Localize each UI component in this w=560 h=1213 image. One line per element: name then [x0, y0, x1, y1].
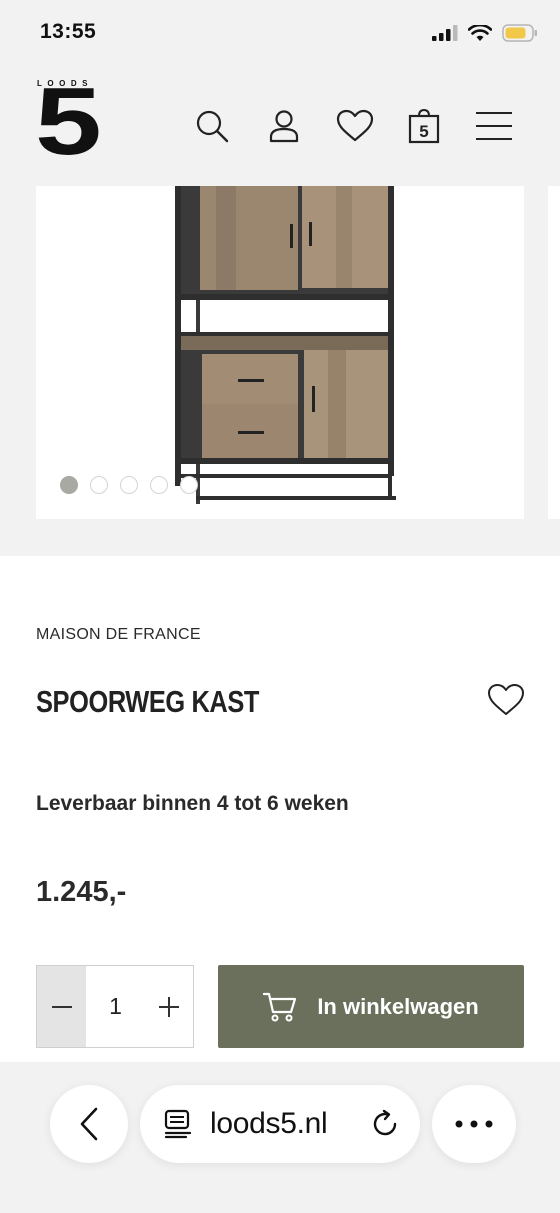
reload-icon[interactable] [370, 1109, 400, 1139]
cart-icon [263, 992, 297, 1021]
product-image [175, 186, 396, 504]
chevron-left-icon [80, 1107, 98, 1141]
browser-back-button[interactable] [50, 1085, 128, 1163]
page-format-icon [164, 1109, 192, 1139]
status-time: 13:55 [40, 20, 97, 43]
product-image-card[interactable] [36, 186, 524, 519]
shopping-bag-icon[interactable]: 5 [404, 106, 444, 146]
product-gallery[interactable] [0, 186, 560, 556]
page: 13:55 LOODS 5 5 MAISON DE FRANCE SPOORWE… [0, 0, 560, 1213]
signal-icon [432, 25, 458, 41]
add-to-cart-label: In winkelwagen [317, 993, 479, 1019]
menu-icon[interactable] [474, 106, 514, 146]
quantity-increase-button[interactable] [145, 966, 193, 1047]
battery-icon [502, 24, 537, 42]
favorite-heart-icon[interactable] [486, 680, 526, 720]
product-brand[interactable]: MAISON DE FRANCE [36, 626, 201, 644]
logo-number: 5 [35, 68, 102, 175]
more-dots-icon [455, 1120, 493, 1128]
quantity-decrease-button[interactable] [37, 966, 86, 1047]
quantity-value[interactable]: 1 [86, 966, 145, 1047]
product-price: 1.245,- [36, 876, 127, 908]
quantity-stepper: 1 [36, 965, 194, 1048]
next-image-peek[interactable] [548, 186, 560, 519]
cart-badge: 5 [419, 122, 428, 141]
wishlist-heart-icon[interactable] [335, 106, 375, 146]
browser-more-button[interactable] [432, 1085, 516, 1163]
gallery-dot[interactable] [150, 476, 168, 494]
site-header: LOODS 5 5 [0, 62, 560, 186]
account-icon[interactable] [264, 106, 304, 146]
status-icons [432, 24, 538, 42]
gallery-dot[interactable] [120, 476, 138, 494]
search-icon[interactable] [192, 106, 232, 146]
plus-icon [159, 996, 179, 1017]
product-title: SPOORWEG KAST [36, 684, 260, 719]
gallery-dot[interactable] [60, 476, 78, 494]
gallery-dot[interactable] [180, 476, 198, 494]
availability-text: Leverbaar binnen 4 tot 6 weken [36, 792, 349, 815]
wifi-icon [468, 24, 492, 41]
url-text: loods5.nl [210, 1107, 328, 1140]
add-to-cart-button[interactable]: In winkelwagen [218, 965, 524, 1048]
gallery-pagination [60, 476, 198, 494]
loods5-logo[interactable]: LOODS 5 [35, 74, 121, 170]
address-bar[interactable]: loods5.nl [140, 1085, 420, 1163]
status-bar: 13:55 [0, 0, 560, 62]
minus-icon [51, 1005, 72, 1008]
gallery-dot[interactable] [90, 476, 108, 494]
browser-toolbar: loods5.nl [0, 1062, 560, 1213]
